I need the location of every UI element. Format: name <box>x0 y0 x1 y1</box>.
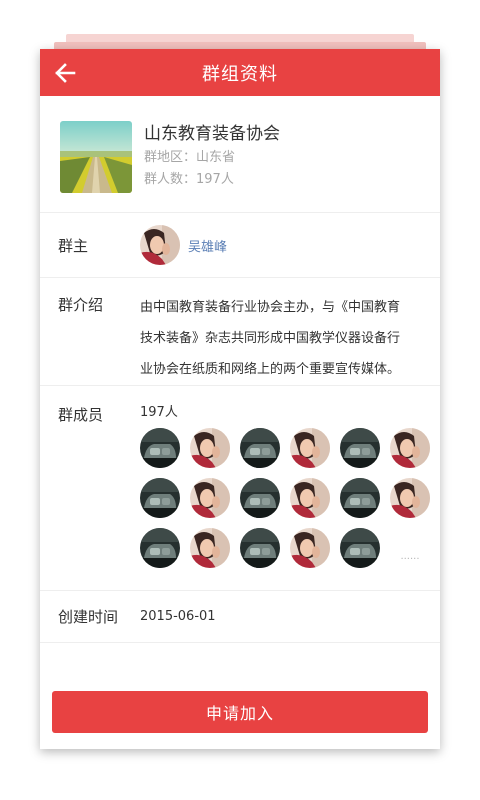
member-avatar[interactable] <box>290 528 330 568</box>
member-avatar[interactable] <box>290 478 330 518</box>
member-avatar[interactable] <box>390 478 430 518</box>
avatar-dark-photo-icon <box>140 428 180 468</box>
group-thumbnail <box>60 121 132 193</box>
member-avatar[interactable] <box>340 528 380 568</box>
group-header: 山东教育装备协会 群地区：山东省 群人数：197人 <box>40 96 440 213</box>
join-group-button[interactable]: 申请加入 <box>52 691 428 733</box>
owner-avatar[interactable] <box>140 225 180 265</box>
member-avatar[interactable] <box>140 528 180 568</box>
member-avatar[interactable] <box>290 428 330 468</box>
member-avatar[interactable] <box>240 428 280 468</box>
avatar-woman-icon <box>140 225 180 265</box>
group-member-count: 群人数：197人 <box>144 172 234 187</box>
intro-line: 技术装备》杂志共同形成中国教学仪器设备行 <box>140 331 401 346</box>
avatar-dark-photo-icon <box>140 528 180 568</box>
member-avatar[interactable] <box>240 478 280 518</box>
created-date: 2015-06-01 <box>140 609 216 624</box>
intro-line: 由中国教育装备行业协会主办，与《中国教育 <box>140 300 401 315</box>
avatar-dark-photo-icon <box>240 478 280 518</box>
members-count: 197人 <box>140 405 178 420</box>
avatar-dark-photo-icon <box>340 428 380 468</box>
avatar-woman-icon <box>190 478 230 518</box>
avatar-dark-photo-icon <box>340 478 380 518</box>
member-avatar[interactable] <box>140 478 180 518</box>
owner-row: 群主 吴雄峰 <box>40 213 440 278</box>
title-bar: 群组资料 <box>40 49 440 96</box>
page-title: 群组资料 <box>202 63 278 85</box>
avatar-woman-icon <box>290 428 330 468</box>
avatar-dark-photo-icon <box>240 528 280 568</box>
members-row: 群成员 197人 ...... <box>40 386 440 591</box>
member-avatar[interactable] <box>190 528 230 568</box>
member-avatar[interactable] <box>140 428 180 468</box>
member-avatar[interactable] <box>190 428 230 468</box>
group-profile-screen: 群组资料 山东教育装备协会 群地区：山东省 群人数：197人 群主 吴雄峰 群介… <box>40 49 440 749</box>
member-avatar[interactable] <box>240 528 280 568</box>
created-row: 创建时间 2015-06-01 <box>40 591 440 643</box>
avatar-woman-icon <box>290 528 330 568</box>
avatar-dark-photo-icon <box>240 428 280 468</box>
created-label: 创建时间 <box>58 608 119 626</box>
avatar-woman-icon <box>190 428 230 468</box>
intro-text: 由中国教育装备行业协会主办，与《中国教育 技术装备》杂志共同形成中国教学仪器设备… <box>140 292 416 385</box>
avatar-woman-icon <box>390 428 430 468</box>
member-avatar-grid: ...... <box>140 428 430 568</box>
member-avatar[interactable] <box>190 478 230 518</box>
avatar-dark-photo-icon <box>140 478 180 518</box>
members-panel: 197人 ...... <box>140 404 430 590</box>
owner-label: 群主 <box>58 236 89 255</box>
member-avatar[interactable] <box>340 478 380 518</box>
more-members-button[interactable]: ...... <box>390 528 430 568</box>
avatar-woman-icon <box>290 478 330 518</box>
members-label: 群成员 <box>58 406 104 424</box>
group-name: 山东教育装备协会 <box>144 124 280 144</box>
group-region: 群地区：山东省 <box>144 150 236 165</box>
member-avatar[interactable] <box>340 428 380 468</box>
landscape-field-road-icon <box>60 121 132 193</box>
member-avatar[interactable] <box>390 428 430 468</box>
intro-line: 业协会在纸质和网络上的两个重要宣传媒体。 <box>140 362 401 377</box>
arrow-left-icon <box>55 63 76 83</box>
avatar-woman-icon <box>390 478 430 518</box>
intro-row: 群介绍 由中国教育装备行业协会主办，与《中国教育 技术装备》杂志共同形成中国教学… <box>40 278 440 386</box>
avatar-woman-icon <box>190 528 230 568</box>
group-info: 山东教育装备协会 群地区：山东省 群人数：197人 <box>144 121 280 212</box>
intro-label: 群介绍 <box>58 296 104 314</box>
owner-name-link[interactable]: 吴雄峰 <box>188 236 227 255</box>
back-button[interactable] <box>50 58 80 88</box>
avatar-dark-photo-icon <box>340 528 380 568</box>
